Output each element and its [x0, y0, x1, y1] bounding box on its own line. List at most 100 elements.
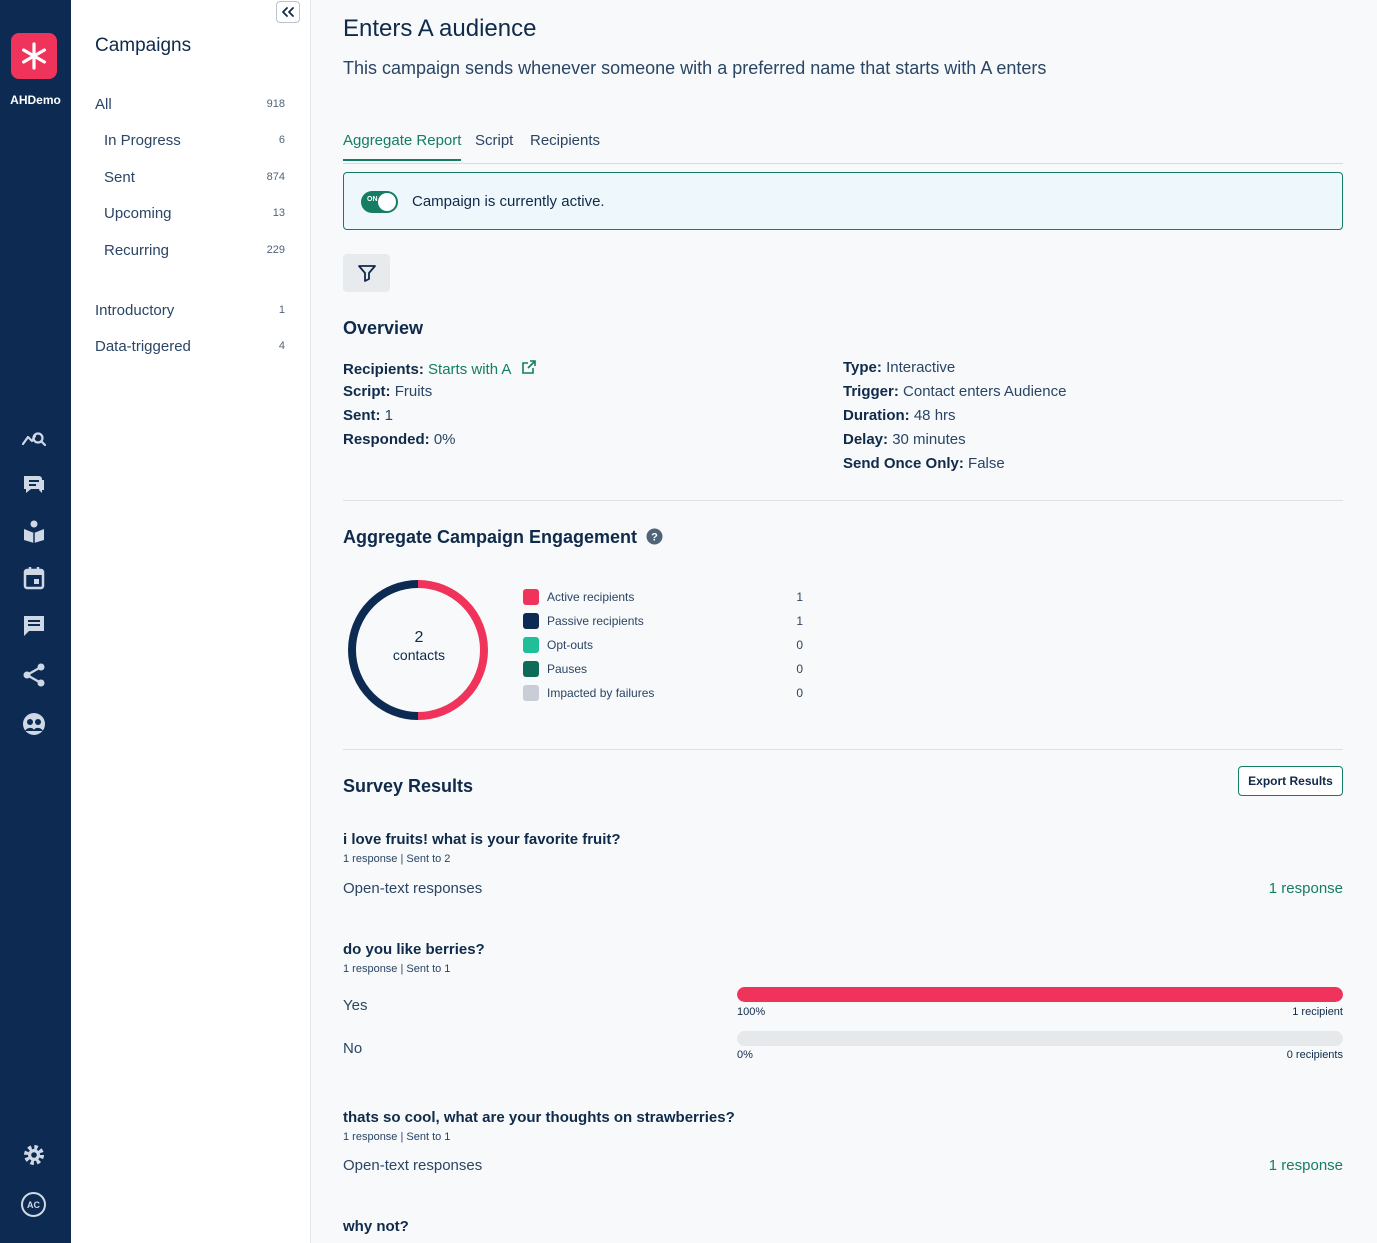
settings-icon[interactable] [20, 1141, 48, 1169]
legend-opt-outs: Opt-outs 0 [523, 637, 803, 653]
tab-recipients[interactable]: Recipients [530, 132, 600, 149]
legend-value: 0 [796, 638, 803, 652]
engagement-title: Aggregate Campaign Engagement ? [343, 527, 663, 548]
campaign-status-banner: ON Campaign is currently active. [343, 172, 1343, 230]
sidebar-item-count: 13 [272, 207, 285, 219]
toggle-knob [378, 193, 396, 211]
sidebar-item-label: Recurring [104, 241, 170, 259]
overview-label: Type: [843, 359, 882, 376]
overview-value: 0% [433, 431, 456, 448]
overview-title: Overview [343, 318, 424, 338]
external-link-icon[interactable] [521, 359, 537, 375]
analytics-icon[interactable] [20, 423, 48, 451]
collapse-sidebar-button[interactable] [276, 1, 300, 23]
sidebar-item-label: All [95, 95, 112, 113]
sidebar-item-sent[interactable]: Sent 874 [104, 165, 285, 189]
calendar-icon[interactable] [20, 564, 48, 592]
legend-swatch [523, 613, 539, 629]
engagement-donut-chart: 2 contacts [348, 580, 488, 720]
knowledge-base-icon[interactable] [20, 517, 48, 545]
engagement-title-text: Aggregate Campaign Engagement [343, 527, 638, 547]
sidebar-item-count: 918 [266, 98, 285, 110]
legend-label: Active recipients [547, 590, 635, 604]
overview-trigger: Trigger: Contact enters Audience [843, 383, 1066, 400]
overview-label: Responded: [343, 431, 430, 448]
donut-total-label: contacts [393, 647, 445, 663]
overview-label: Duration: [843, 407, 910, 424]
legend-impacted-by-failures: Impacted by failures 0 [523, 685, 803, 701]
open-text-responses-link[interactable]: 1 response [1269, 1157, 1343, 1174]
recipients-link[interactable]: Starts with A [428, 361, 511, 378]
question-meta: 1 response | Sent to 1 [343, 963, 451, 975]
question-meta: 1 response | Sent to 1 [343, 1131, 451, 1143]
sidebar-item-count: 4 [278, 340, 285, 352]
overview-value: Contact enters Audience [903, 383, 1067, 400]
sidebar-item-count: 6 [278, 134, 285, 146]
option-label: No [343, 1040, 363, 1057]
sidebar-item-introductory[interactable]: Introductory 1 [95, 298, 285, 322]
legend-passive-recipients: Passive recipients 1 [523, 613, 803, 629]
overview-label: Delay: [843, 431, 889, 448]
help-icon[interactable]: ? [646, 528, 663, 545]
app-rail: AHDemo AC [0, 0, 71, 1243]
svg-text:?: ? [651, 532, 658, 544]
contacts-icon[interactable] [20, 710, 48, 738]
legend-active-recipients: Active recipients 1 [523, 589, 803, 605]
option-count: 0 recipients [1286, 1049, 1343, 1061]
sidebar-item-upcoming[interactable]: Upcoming 13 [104, 201, 285, 225]
page-description: This campaign sends whenever someone wit… [343, 58, 1047, 78]
overview-recipients: Recipients: Starts with A [343, 359, 537, 378]
sidebar-item-label: Sent [104, 168, 135, 186]
toggle-label: ON [367, 196, 378, 203]
org-name: AHDemo [10, 93, 61, 107]
section-divider [343, 749, 1343, 750]
overview-responded: Responded: 0% [343, 431, 456, 448]
campaigns-sidebar: Campaigns All 918 In Progress 6 Sent 874… [71, 0, 311, 1243]
sidebar-item-in-progress[interactable]: In Progress 6 [104, 128, 285, 152]
conversations-icon[interactable] [20, 470, 48, 498]
app-logo[interactable] [11, 33, 57, 79]
overview-script: Script: Fruits [343, 383, 432, 400]
sidebar-item-data-triggered[interactable]: Data-triggered 4 [95, 334, 285, 358]
overview-label: Sent: [343, 407, 381, 424]
option-label: Yes [343, 997, 368, 1014]
tab-aggregate-report[interactable]: Aggregate Report [343, 132, 462, 161]
overview-duration: Duration: 48 hrs [843, 407, 956, 424]
messages-icon[interactable] [20, 612, 48, 640]
sidebar-item-label: Upcoming [104, 204, 172, 222]
filter-icon [357, 265, 376, 282]
overview-delay: Delay: 30 minutes [843, 431, 966, 448]
report-tabs: Aggregate Report Script Recipients [343, 128, 1343, 164]
filter-button[interactable] [343, 254, 390, 292]
asterisk-logo-icon [21, 42, 46, 70]
overview-sent: Sent: 1 [343, 407, 393, 424]
legend-value: 1 [796, 590, 803, 604]
overview-value: 30 minutes [892, 431, 966, 448]
legend-label: Pauses [547, 662, 588, 676]
page-title: Enters A audience [343, 15, 537, 42]
user-avatar[interactable]: AC [21, 1192, 46, 1217]
double-chevron-left-icon [282, 7, 294, 17]
sidebar-item-recurring[interactable]: Recurring 229 [104, 238, 285, 262]
legend-label: Impacted by failures [547, 686, 655, 700]
section-divider [343, 500, 1343, 501]
export-results-button[interactable]: Export Results [1238, 766, 1343, 796]
overview-label: Send Once Only: [843, 455, 964, 472]
sidebar-item-count: 1 [278, 304, 285, 316]
option-bar-fill [737, 987, 1343, 1002]
campaign-active-toggle[interactable]: ON [361, 191, 398, 213]
tab-script[interactable]: Script [475, 132, 513, 149]
legend-label: Opt-outs [547, 638, 594, 652]
legend-value: 0 [796, 662, 803, 676]
legend-value: 0 [796, 686, 803, 700]
open-text-responses-link[interactable]: 1 response [1269, 880, 1343, 897]
sidebar-item-all[interactable]: All 918 [95, 92, 285, 116]
overview-value: Fruits [394, 383, 433, 400]
overview-send-once: Send Once Only: False [843, 455, 1005, 472]
legend-pauses: Pauses 0 [523, 661, 803, 677]
integrations-icon[interactable] [20, 661, 48, 689]
status-text: Campaign is currently active. [412, 193, 605, 210]
sidebar-item-count: 874 [266, 171, 285, 183]
legend-swatch [523, 637, 539, 653]
overview-value: Interactive [886, 359, 956, 376]
